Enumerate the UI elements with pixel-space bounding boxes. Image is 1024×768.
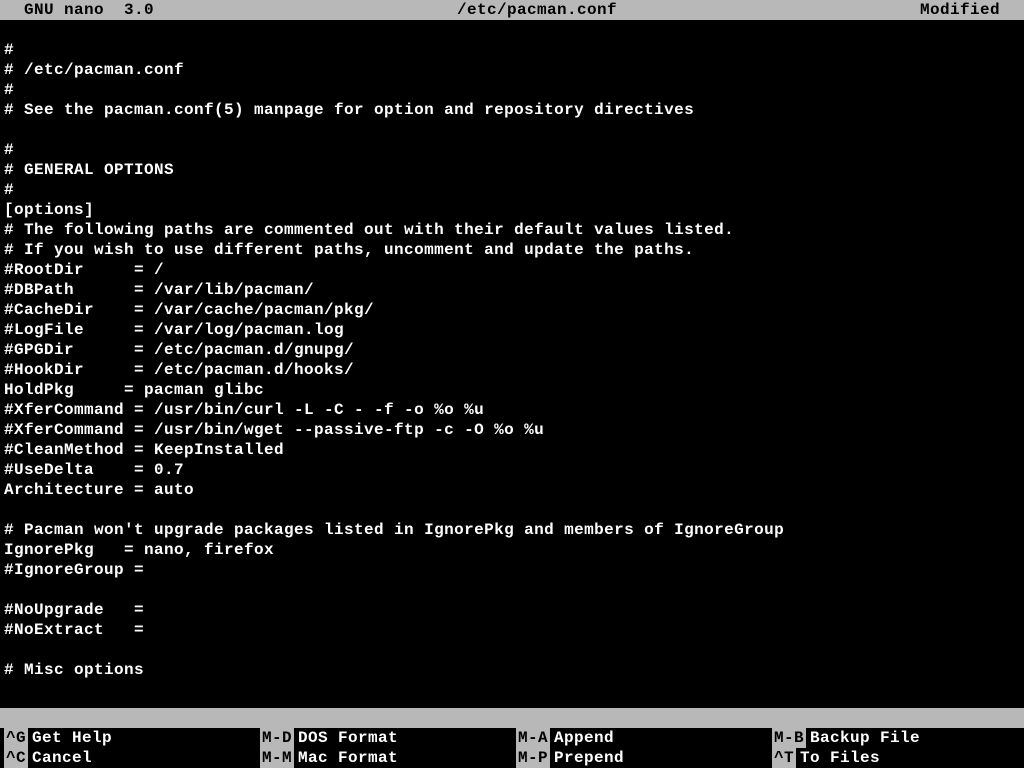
editor-line: #HookDir = /etc/pacman.d/hooks/ (4, 360, 1020, 380)
editor-line: # See the pacman.conf(5) manpage for opt… (4, 100, 1020, 120)
shortcut-item[interactable]: M-AAppend (516, 728, 772, 748)
editor-line: IgnorePkg = nano, firefox (4, 540, 1020, 560)
shortcut-label: Prepend (550, 748, 624, 768)
shortcut-label: Cancel (28, 748, 92, 768)
shortcut-row-2: ^CCancelM-MMac FormatM-PPrepend^TTo File… (4, 748, 1020, 768)
editor-line: # The following paths are commented out … (4, 220, 1020, 240)
editor-line (4, 640, 1020, 660)
shortcut-key: M-D (260, 728, 294, 748)
editor-line: # (4, 140, 1020, 160)
shortcut-row-1: ^GGet HelpM-DDOS FormatM-AAppendM-BBacku… (4, 728, 1020, 748)
editor-line: # Pacman won't upgrade packages listed i… (4, 520, 1020, 540)
shortcut-key: M-A (516, 728, 550, 748)
shortcut-label: Backup File (806, 728, 920, 748)
shortcut-label: DOS Format (294, 728, 398, 748)
shortcut-key: M-B (772, 728, 806, 748)
editor-line: #NoUpgrade = (4, 600, 1020, 620)
shortcut-label: Append (550, 728, 614, 748)
editor-line: # (4, 80, 1020, 100)
editor-line: Architecture = auto (4, 480, 1020, 500)
editor-line (4, 500, 1020, 520)
shortcut-item[interactable]: ^CCancel (4, 748, 260, 768)
editor-line: HoldPkg = pacman glibc (4, 380, 1020, 400)
shortcut-item[interactable]: M-PPrepend (516, 748, 772, 768)
editor-line: #DBPath = /var/lib/pacman/ (4, 280, 1020, 300)
editor-line (4, 120, 1020, 140)
editor-line: #GPGDir = /etc/pacman.d/gnupg/ (4, 340, 1020, 360)
shortcut-item[interactable]: M-DDOS Format (260, 728, 516, 748)
filename-prompt-bar: File Name to Write: /etc/pacman.conf (0, 708, 1024, 728)
editor-line: # If you wish to use different paths, un… (4, 240, 1020, 260)
editor-area[interactable]: ## /etc/pacman.conf## See the pacman.con… (0, 20, 1024, 708)
shortcut-item[interactable]: M-BBackup File (772, 728, 1024, 748)
editor-line: [options] (4, 200, 1020, 220)
shortcut-key: M-P (516, 748, 550, 768)
shortcut-label: Get Help (28, 728, 112, 748)
editor-line: #LogFile = /var/log/pacman.log (4, 320, 1020, 340)
editor-line: #RootDir = / (4, 260, 1020, 280)
editor-line: #CacheDir = /var/cache/pacman/pkg/ (4, 300, 1020, 320)
editor-line: # (4, 40, 1020, 60)
modified-indicator: Modified (920, 0, 1020, 20)
editor-line (4, 20, 1020, 40)
title-bar: GNU nano 3.0 /etc/pacman.conf Modified (0, 0, 1024, 20)
editor-line: #UseDelta = 0.7 (4, 460, 1020, 480)
editor-line: # /etc/pacman.conf (4, 60, 1020, 80)
shortcut-label: To Files (796, 748, 880, 768)
editor-line: # GENERAL OPTIONS (4, 160, 1020, 180)
shortcut-label: Mac Format (294, 748, 398, 768)
shortcut-item[interactable]: ^TTo Files (772, 748, 1024, 768)
shortcut-item[interactable]: M-MMac Format (260, 748, 516, 768)
editor-line: # (4, 180, 1020, 200)
app-name: GNU nano 3.0 (4, 0, 154, 20)
shortcut-key: ^T (772, 748, 796, 768)
shortcut-bar: ^GGet HelpM-DDOS FormatM-AAppendM-BBacku… (0, 728, 1024, 768)
shortcut-key: M-M (260, 748, 294, 768)
shortcut-key: ^C (4, 748, 28, 768)
editor-line: #NoExtract = (4, 620, 1020, 640)
file-path: /etc/pacman.conf (154, 0, 920, 20)
editor-line: #CleanMethod = KeepInstalled (4, 440, 1020, 460)
shortcut-key: ^G (4, 728, 28, 748)
editor-line (4, 580, 1020, 600)
editor-line: # Misc options (4, 660, 1020, 680)
editor-line: #IgnoreGroup = (4, 560, 1020, 580)
editor-line: #XferCommand = /usr/bin/curl -L -C - -f … (4, 400, 1020, 420)
shortcut-item[interactable]: ^GGet Help (4, 728, 260, 748)
editor-line: #XferCommand = /usr/bin/wget --passive-f… (4, 420, 1020, 440)
